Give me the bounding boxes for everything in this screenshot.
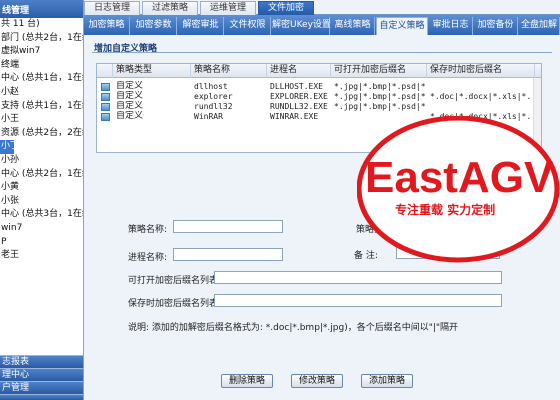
tab-encryption-policy[interactable]: 加密策略 [84,17,130,35]
tree-node[interactable]: P [0,236,83,250]
eastagv-watermark-logo: EastAGV 专注重载 实力定制 [357,116,560,263]
save-ext-input[interactable] [214,294,502,307]
tab-approval-log[interactable]: 审批日志 [429,17,473,35]
table-cell: WinRAR [194,112,223,121]
tab-full-disk-encrypt[interactable]: 全盘加解 [519,17,560,35]
tree-node[interactable]: 小王 [0,113,83,127]
row-select-checkbox[interactable] [101,93,110,101]
tree-node[interactable]: 支持 (总共1台，1在线) [0,100,83,114]
tab-encryption-backup[interactable]: 加密备份 [474,17,518,35]
tree-node[interactable]: 中心 (总共2台，1在线) [0,168,83,182]
tree-node[interactable]: 中心 (总共1台，1在线) [0,72,83,86]
modify-policy-button[interactable]: 修改策略 [291,374,343,388]
tree-node[interactable]: win7 [0,222,83,236]
open-ext-label: 可打开加密后缀名列表: [128,276,222,286]
tree-node[interactable]: 中心 (总共3台，1在线) [0,208,83,222]
policy-name-label: 策略名称: [128,225,168,235]
tree-node[interactable]: 小张 [0,195,83,209]
tree-node[interactable]: 终端 [0,59,83,73]
tab-encryption-params[interactable]: 加密参数 [131,17,177,35]
tab-decrypt-approval[interactable]: 解密审批 [178,17,224,35]
tree-node[interactable]: 小赵 [0,86,83,100]
module-tab-bar: 加密策略 加密参数 解密审批 文件权限 解密UKey设置 离线策略 自定义策略 … [84,15,560,35]
tab-log-management[interactable]: 日志管理 [84,1,140,15]
tree-node[interactable]: 小丁 [0,140,19,154]
device-tree: 共 11 台)部门 (总共2台，1在线)虚拟win7终端中心 (总共1台，1在线… [0,18,83,263]
tab-ukey-settings[interactable]: 解密UKey设置 [272,17,331,35]
panel-header: 线管理 [0,0,83,18]
header-policy-type[interactable]: 策略类型 [113,64,191,78]
organization-tree-panel: 线管理 共 11 台)部门 (总共2台，1在线)虚拟win7终端中心 (总共1台… [0,0,84,400]
table-cell: WINRAR.EXE [270,112,319,121]
tree-node[interactable]: 小孙 [0,154,83,168]
nav-management-center[interactable]: 理中心 [0,368,83,381]
tree-node[interactable]: 老王 [0,249,83,263]
tree-node[interactable]: 资源 (总共2台，2在线) [0,127,83,141]
nav-user-management[interactable]: 户管理 [0,381,83,394]
header-policy-name[interactable]: 策略名称 [191,64,267,78]
tree-node[interactable]: 部门 (总共2台，1在线) [0,32,83,46]
row-select-checkbox[interactable] [101,83,110,91]
header-open-ext[interactable]: 可打开加密后缀名 [331,64,427,78]
tab-custom-policy[interactable]: 自定义策略 [376,17,428,35]
tree-node[interactable]: 小黄 [0,181,83,195]
add-policy-button[interactable]: 添加策略 [361,374,413,388]
tab-filter-policy[interactable]: 过滤策略 [142,1,198,15]
tab-file-permission[interactable]: 文件权限 [225,17,271,35]
delete-policy-button[interactable]: 删除策略 [221,374,273,388]
title-divider [92,52,552,53]
row-select-checkbox[interactable] [101,103,110,111]
policy-name-input[interactable] [173,220,283,233]
header-select [97,64,113,78]
row-select-checkbox[interactable] [101,113,110,121]
nav-log-report[interactable]: 志报表 [0,355,83,368]
top-tab-bar: 日志管理 过滤策略 运维管理 文件加密 [84,0,560,15]
process-name-label: 进程名称: [128,253,168,263]
open-ext-input[interactable] [214,271,502,284]
table-header: 策略类型 策略名称 进程名 可打开加密后缀名 保存时加密后缀名 [97,64,541,78]
tab-file-encryption[interactable]: 文件加密 [258,1,314,15]
watermark-brand: EastAGV [365,153,554,202]
tab-ops-management[interactable]: 运维管理 [200,1,256,15]
tree-node[interactable]: 共 11 台) [0,18,83,32]
process-name-input[interactable] [173,248,283,261]
tab-offline-policy[interactable]: 离线策略 [331,17,375,35]
save-ext-label: 保存时加密后缀名列表: [128,299,222,309]
format-note: 说明: 添加的加解密后缀名格式为: *.doc|*.bmp|*.jpg)，各个后… [128,323,459,333]
header-save-ext[interactable]: 保存时加密后缀名 [427,64,535,78]
header-process-name[interactable]: 进程名 [267,64,331,78]
table-cell: 自定义 [116,111,144,121]
watermark-slogan: 专注重载 实力定制 [395,202,495,217]
left-bottom-nav: 志报表 理中心 户管理 [0,355,83,400]
tree-node[interactable]: 虚拟win7 [0,45,83,59]
